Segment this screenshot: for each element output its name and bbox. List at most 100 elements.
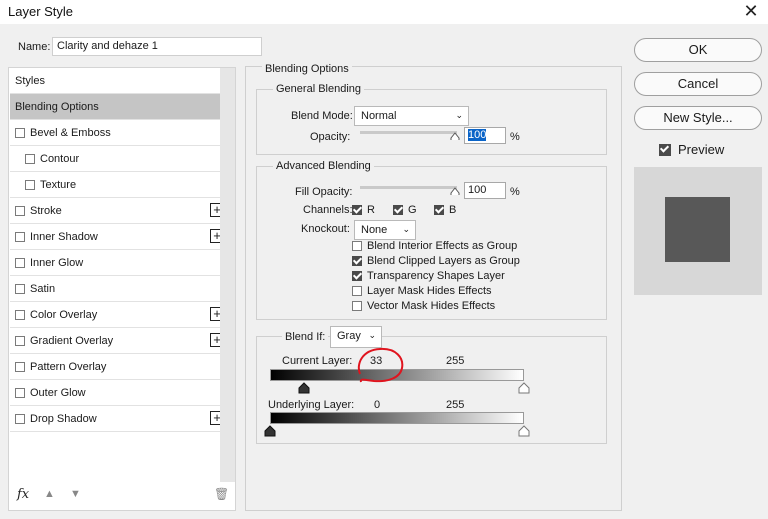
- move-up-icon[interactable]: ▲: [44, 488, 55, 500]
- style-item-inner-shadow[interactable]: Inner Shadow +: [10, 224, 228, 250]
- style-item-gradient-overlay[interactable]: Gradient Overlay +: [10, 328, 228, 354]
- blend-mode-select[interactable]: Normal ⌄: [354, 106, 469, 126]
- style-item-label: Outer Glow: [30, 386, 86, 399]
- fill-opacity-slider-thumb[interactable]: [450, 187, 460, 195]
- style-item-label: Bevel & Emboss: [30, 126, 111, 139]
- option-label: Blend Interior Effects as Group: [367, 240, 518, 252]
- option-label: Blend Clipped Layers as Group: [367, 255, 520, 267]
- knockout-select[interactable]: None ⌄: [354, 220, 416, 240]
- style-item-bevel-emboss[interactable]: Bevel & Emboss: [10, 120, 228, 146]
- checkbox-icon[interactable]: [15, 309, 25, 320]
- underlying-layer-gradient: [270, 412, 524, 424]
- checkbox-icon: [352, 286, 362, 296]
- style-item-pattern-overlay[interactable]: Pattern Overlay: [10, 354, 228, 380]
- checkbox-icon: [434, 205, 444, 215]
- blending-options-title: Blending Options: [262, 63, 352, 75]
- opacity-slider-track[interactable]: [360, 131, 457, 134]
- preview-swatch: [665, 197, 730, 262]
- current-layer-black-slider[interactable]: [298, 382, 310, 394]
- name-input[interactable]: Clarity and dehaze 1: [52, 37, 262, 56]
- vector-mask-hides-checkbox[interactable]: Vector Mask Hides Effects: [352, 300, 495, 312]
- checkbox-icon: [393, 205, 403, 215]
- opacity-value: 100: [468, 129, 487, 141]
- checkbox-icon: [352, 205, 362, 215]
- blend-mode-label: Blend Mode:: [291, 110, 353, 122]
- style-item-label: Texture: [40, 178, 77, 191]
- style-item-texture[interactable]: Texture: [10, 172, 228, 198]
- move-down-icon[interactable]: ▼: [70, 488, 81, 500]
- checkbox-icon[interactable]: [15, 127, 25, 138]
- checkbox-icon: [352, 271, 362, 281]
- current-layer-label: Current Layer:: [282, 355, 353, 367]
- underlying-layer-black-slider[interactable]: [264, 425, 276, 437]
- knockout-value: None: [361, 224, 388, 236]
- opacity-input[interactable]: 100: [464, 127, 506, 144]
- style-item-label: Inner Glow: [30, 256, 84, 269]
- layer-mask-hides-checkbox[interactable]: Layer Mask Hides Effects: [352, 285, 492, 297]
- checkbox-icon[interactable]: [25, 153, 35, 164]
- option-label: Layer Mask Hides Effects: [367, 285, 492, 297]
- checkbox-icon[interactable]: [15, 335, 25, 346]
- underlying-layer-high-value: 255: [446, 399, 465, 411]
- checkbox-icon[interactable]: [15, 257, 25, 268]
- chevron-down-icon: ⌄: [402, 224, 410, 234]
- channel-b-label: B: [449, 204, 457, 216]
- title-bar: [0, 0, 768, 24]
- checkbox-icon[interactable]: [15, 231, 25, 242]
- checkbox-icon[interactable]: [15, 361, 25, 372]
- name-label: Name:: [18, 41, 51, 53]
- fx-icon[interactable]: fx: [17, 487, 29, 502]
- checkbox-icon[interactable]: [15, 413, 25, 424]
- blend-if-label: Blend If:: [282, 331, 329, 343]
- current-layer-white-slider[interactable]: [518, 382, 530, 394]
- style-item-contour[interactable]: Contour: [10, 146, 228, 172]
- style-item-label: Stroke: [30, 204, 62, 217]
- style-item-label: Blending Options: [15, 100, 99, 113]
- style-item-color-overlay[interactable]: Color Overlay +: [10, 302, 228, 328]
- checkbox-icon[interactable]: [25, 179, 35, 190]
- blend-clipped-checkbox[interactable]: Blend Clipped Layers as Group: [352, 255, 520, 267]
- option-label: Vector Mask Hides Effects: [367, 300, 496, 312]
- opacity-slider-thumb[interactable]: [450, 132, 460, 140]
- window-title: Layer Style: [8, 4, 74, 19]
- checkbox-icon[interactable]: [15, 283, 25, 294]
- transparency-shapes-checkbox[interactable]: Transparency Shapes Layer: [352, 270, 505, 282]
- current-layer-high-value: 255: [446, 355, 465, 367]
- style-item-outer-glow[interactable]: Outer Glow: [10, 380, 228, 406]
- blend-if-value: Gray: [337, 330, 361, 342]
- checkbox-icon[interactable]: [15, 387, 25, 398]
- channel-g-label: G: [408, 204, 417, 216]
- styles-list: Styles Blending Options Bevel & Emboss Cont…: [8, 67, 236, 511]
- blend-mode-value: Normal: [361, 110, 397, 122]
- knockout-label: Knockout:: [301, 223, 350, 235]
- style-item-inner-glow[interactable]: Inner Glow: [10, 250, 228, 276]
- checkbox-icon[interactable]: [15, 205, 25, 216]
- channel-b-checkbox[interactable]: B: [434, 204, 456, 216]
- fill-opacity-label: Fill Opacity:: [295, 186, 353, 198]
- close-icon[interactable]: ✕: [740, 0, 762, 22]
- trash-icon[interactable]: 🗑: [214, 487, 229, 501]
- preview-checkbox[interactable]: Preview: [659, 142, 724, 157]
- fill-opacity-slider-track[interactable]: [360, 186, 457, 189]
- underlying-layer-white-slider[interactable]: [518, 425, 530, 437]
- general-blending-title: General Blending: [273, 83, 365, 95]
- channel-g-checkbox[interactable]: G: [393, 204, 417, 216]
- style-item-label: Color Overlay: [30, 308, 98, 321]
- new-style-button[interactable]: New Style...: [634, 106, 762, 130]
- blend-interior-checkbox[interactable]: Blend Interior Effects as Group: [352, 240, 517, 252]
- fill-opacity-unit: %: [510, 186, 520, 198]
- style-item-stroke[interactable]: Stroke +: [10, 198, 228, 224]
- cancel-button[interactable]: Cancel: [634, 72, 762, 96]
- checkbox-icon: [659, 143, 671, 156]
- channel-r-checkbox[interactable]: R: [352, 204, 375, 216]
- style-item-drop-shadow[interactable]: Drop Shadow +: [10, 406, 228, 432]
- style-item-styles-header[interactable]: Styles: [10, 68, 228, 94]
- ok-button[interactable]: OK: [634, 38, 762, 62]
- checkbox-icon: [352, 241, 362, 251]
- fill-opacity-input[interactable]: 100: [464, 182, 506, 199]
- style-item-blending-options[interactable]: Blending Options: [10, 94, 228, 120]
- style-item-satin[interactable]: Satin: [10, 276, 228, 302]
- style-item-label: Inner Shadow: [30, 230, 98, 243]
- styles-scrollbar[interactable]: [220, 68, 235, 482]
- option-label: Transparency Shapes Layer: [367, 270, 505, 282]
